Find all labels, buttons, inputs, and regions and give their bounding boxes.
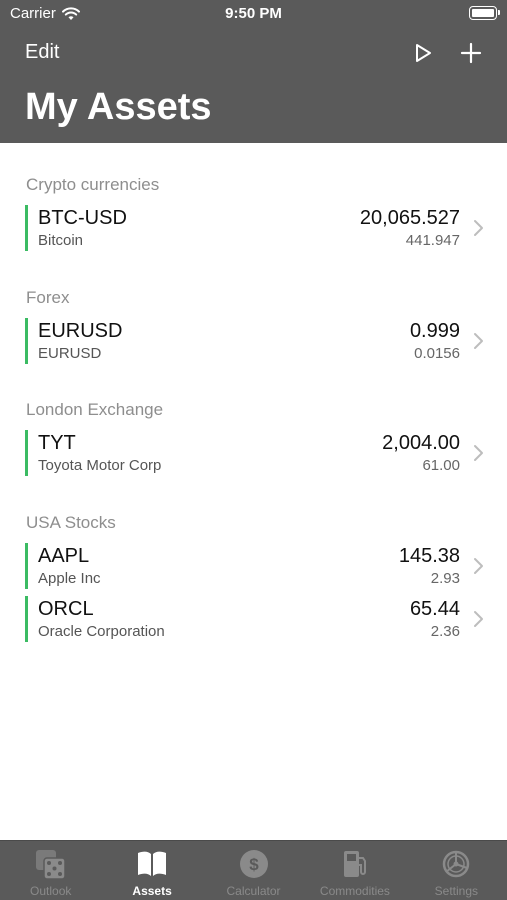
asset-row-orcl[interactable]: ORCL Oracle Corporation 65.44 2.36 [25, 596, 495, 642]
asset-price: 2,004.00 [382, 432, 460, 454]
asset-price: 65.44 [409, 598, 460, 620]
asset-row-tyt[interactable]: TYT Toyota Motor Corp 2,004.00 61.00 [25, 430, 495, 476]
asset-list: Crypto currencies BTC-USD Bitcoin 20,065… [0, 143, 507, 840]
section-header-london: London Exchange [26, 400, 164, 419]
chevron-right-icon [474, 220, 483, 236]
battery-icon [469, 6, 500, 20]
tab-label-outlook: Outlook [30, 884, 72, 898]
asset-change: 2.36 [430, 623, 460, 640]
svg-text:$: $ [249, 855, 259, 874]
asset-indicator-bar [25, 430, 28, 476]
tab-outlook[interactable]: Outlook [0, 841, 101, 900]
section-header-forex: Forex [26, 288, 70, 307]
asset-symbol: EURUSD [38, 320, 123, 342]
asset-symbol: BTC-USD [38, 207, 127, 229]
asset-symbol: ORCL [38, 598, 94, 620]
asset-row-aapl[interactable]: AAPL Apple Inc 145.38 2.93 [25, 543, 495, 589]
section-header-crypto: Crypto currencies [26, 175, 160, 194]
dice-icon [35, 850, 66, 880]
asset-symbol: TYT [38, 432, 76, 454]
tab-label-commodities: Commodities [319, 884, 390, 898]
header: Carrier 9:50 PM Edit My Assets [0, 0, 507, 143]
asset-name: EURUSD [38, 345, 102, 362]
status-time: 9:50 PM [225, 5, 282, 22]
chevron-right-icon [474, 611, 483, 627]
tab-label-assets: Assets [132, 884, 172, 898]
page-title: My Assets [25, 86, 212, 128]
tab-calculator[interactable]: $ Calculator [203, 841, 304, 900]
asset-row-eurusd[interactable]: EURUSD EURUSD 0.999 0.0156 [25, 318, 495, 364]
asset-indicator-bar [25, 596, 28, 642]
chevron-right-icon [474, 445, 483, 461]
tab-commodities[interactable]: Commodities [304, 841, 405, 900]
dollar-coin-icon: $ [239, 850, 268, 878]
asset-row-btc[interactable]: BTC-USD Bitcoin 20,065.527 441.947 [25, 205, 495, 251]
tab-bar: Outlook Assets $ Calculator Commodities … [0, 840, 507, 900]
asset-change: 0.0156 [414, 345, 460, 362]
asset-symbol: AAPL [38, 545, 90, 567]
asset-indicator-bar [25, 318, 28, 364]
section-header-usa: USA Stocks [26, 513, 116, 532]
play-icon[interactable] [412, 41, 434, 65]
gear-icon [443, 850, 470, 878]
asset-change: 441.947 [405, 232, 460, 249]
asset-name: Toyota Motor Corp [38, 457, 162, 474]
asset-indicator-bar [25, 543, 28, 589]
navigation-bar: Edit [0, 28, 507, 78]
add-icon[interactable] [460, 41, 482, 65]
asset-price: 145.38 [398, 545, 460, 567]
asset-indicator-bar [25, 205, 28, 251]
tab-label-calculator: Calculator [226, 884, 281, 898]
asset-name: Oracle Corporation [38, 623, 165, 640]
edit-button[interactable]: Edit [25, 41, 59, 64]
tab-label-settings: Settings [434, 884, 478, 898]
asset-change: 2.93 [430, 570, 460, 587]
fuel-pump-icon [343, 851, 366, 877]
chevron-right-icon [474, 558, 483, 574]
chevron-right-icon [474, 333, 483, 349]
asset-price: 0.999 [409, 320, 460, 342]
asset-name: Apple Inc [38, 570, 101, 587]
asset-name: Bitcoin [38, 232, 84, 249]
tab-settings[interactable]: Settings [406, 841, 507, 900]
asset-change: 61.00 [422, 457, 460, 474]
status-bar: Carrier 9:50 PM [0, 0, 507, 28]
book-icon [138, 851, 167, 876]
tab-assets[interactable]: Assets [101, 841, 202, 900]
asset-price: 20,065.527 [359, 207, 460, 229]
